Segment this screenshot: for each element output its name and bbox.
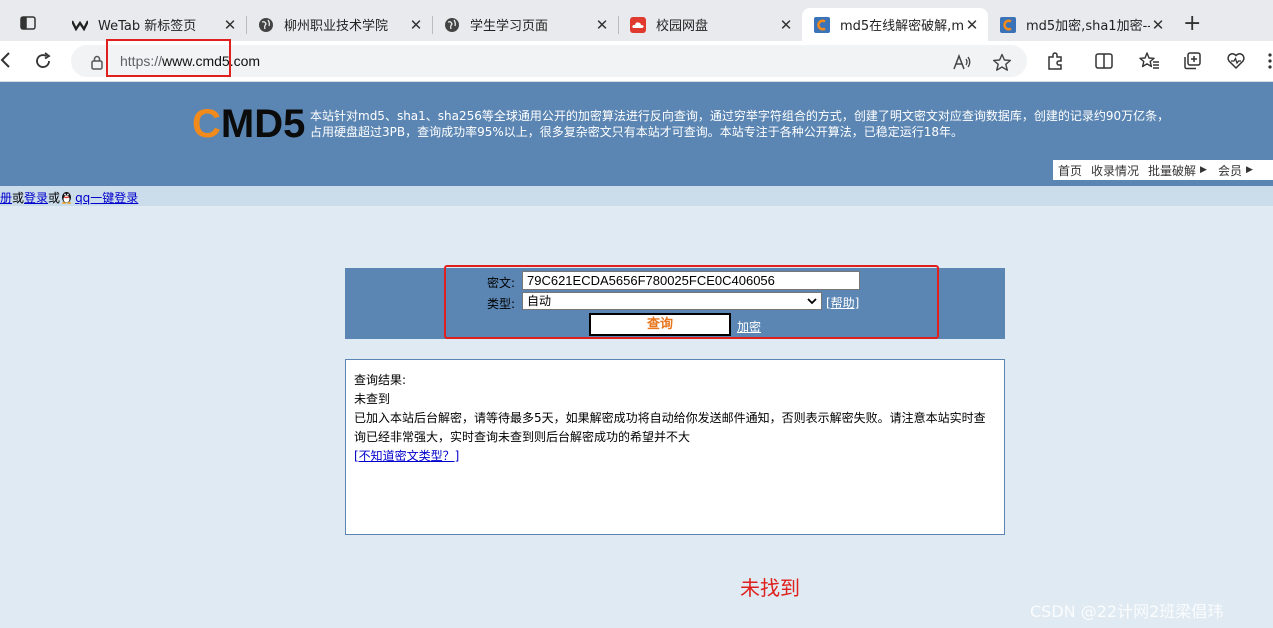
nav-home[interactable]: 首页 (1058, 162, 1082, 179)
tab-label: 柳州职业技术学院 (284, 19, 389, 34)
more-menu-icon[interactable] (1264, 51, 1273, 71)
close-icon[interactable]: ✕ (964, 16, 980, 34)
or-text: 或 (12, 191, 25, 205)
tab-cmd5-encrypt[interactable]: md5加密,sha1加密--m ✕ (988, 8, 1174, 41)
close-icon[interactable]: ✕ (408, 16, 424, 34)
site-logo[interactable]: CMD5 (192, 102, 305, 146)
intro-line-1: 本站针对md5、sha1、sha256等全球通用公开的加密算法进行反向查询，通过… (310, 109, 1170, 123)
globe-icon (444, 17, 460, 33)
cmd5-favicon (814, 16, 830, 33)
top-nav: 首页 收录情况 批量破解 ▶ 会员 ▶ (1053, 160, 1273, 180)
close-icon[interactable]: ✕ (594, 16, 610, 34)
register-link[interactable]: 册 (0, 191, 12, 205)
login-link[interactable]: 登录 (24, 191, 48, 205)
submenu-arrow-icon: ▶ (1245, 165, 1253, 175)
browser-essentials-icon[interactable] (1226, 51, 1246, 71)
tab-student-page[interactable]: 学生学习页面 ✕ (432, 8, 618, 41)
collections-icon[interactable] (1182, 51, 1202, 71)
tab-label: 校园网盘 (656, 19, 709, 34)
login-links: 册或登录或 qq一键登录 (0, 189, 138, 206)
tab-bar: WeTab 新标签页 ✕ 柳州职业技术学院 ✕ 学生学习页面 ✕ 校园网盘 ✕ … (0, 0, 1273, 42)
back-icon[interactable] (0, 50, 12, 70)
tab-label: md5加密,sha1加密--m (1026, 19, 1150, 34)
favorite-star-icon[interactable] (992, 53, 1012, 72)
qq-login-link[interactable]: qq一键登录 (75, 191, 138, 205)
nav-records[interactable]: 收录情况 (1091, 162, 1139, 179)
wetab-icon (72, 17, 88, 33)
tab-lzvtc[interactable]: 柳州职业技术学院 ✕ (246, 8, 432, 41)
or-text: 或 (48, 191, 61, 205)
close-icon[interactable]: ✕ (778, 16, 794, 34)
result-panel: 查询结果: 未查到 已加入本站后台解密，请等待最多5天，如果解密成功将自动给你发… (345, 359, 1005, 535)
tab-wetab[interactable]: WeTab 新标签页 ✕ (60, 8, 246, 41)
tab-campus-drive[interactable]: 校园网盘 ✕ (618, 8, 802, 41)
login-bar: 册或登录或 qq一键登录 (0, 186, 1273, 206)
tab-label: 学生学习页面 (470, 19, 549, 34)
read-aloud-icon[interactable] (952, 53, 972, 71)
csdn-watermark: CSDN @22计网2班梁倡玮 (1030, 602, 1224, 621)
globe-icon (258, 17, 274, 33)
qq-penguin-icon (62, 192, 72, 204)
tab-actions-icon[interactable] (20, 15, 36, 31)
query-highlight-box (444, 265, 939, 339)
url-highlight-box (106, 39, 231, 77)
submenu-arrow-icon: ▶ (1200, 165, 1207, 175)
tab-label: md5在线解密破解,md5 (840, 19, 964, 34)
tab-cmd5-decrypt[interactable]: md5在线解密破解,md5 ✕ (802, 8, 988, 41)
result-title: 查询结果: (354, 373, 407, 387)
nav-batch[interactable]: 批量破解 (1148, 162, 1196, 179)
cmd5-favicon (1000, 16, 1016, 33)
result-body: 查询结果: 未查到 已加入本站后台解密，请等待最多5天，如果解密成功将自动给你发… (354, 371, 994, 466)
result-status: 未查到 (354, 392, 391, 406)
split-screen-icon[interactable] (1094, 51, 1114, 71)
logo-md5: MD5 (220, 102, 306, 146)
close-icon[interactable]: ✕ (1150, 16, 1166, 34)
cipher-type-help-link[interactable]: [不知道密文类型？] (354, 449, 459, 463)
extensions-icon[interactable] (1045, 51, 1065, 71)
new-tab-button[interactable]: + (1183, 13, 1201, 35)
close-icon[interactable]: ✕ (222, 16, 238, 34)
result-message: 已加入本站后台解密，请等待最多5天，如果解密成功将自动给你发送邮件通知，否则表示… (354, 411, 986, 444)
nav-member[interactable]: 会员 (1218, 162, 1242, 179)
logo-c: C (192, 102, 221, 146)
not-found-annotation: 未找到 (740, 576, 800, 600)
tab-label: WeTab 新标签页 (98, 19, 197, 34)
favorites-icon[interactable] (1138, 51, 1160, 71)
site-intro: 本站针对md5、sha1、sha256等全球通用公开的加密算法进行反向查询，通过… (310, 108, 1180, 140)
site-header: CMD5 本站针对md5、sha1、sha256等全球通用公开的加密算法进行反向… (0, 82, 1273, 186)
reload-icon[interactable] (33, 51, 53, 71)
cloud-drive-icon (630, 16, 646, 33)
intro-line-2: 占用硬盘超过3PB，查询成功率95%以上，很多复杂密文只有本站才可查询。本站专注… (310, 125, 964, 139)
lock-icon[interactable] (90, 54, 104, 70)
